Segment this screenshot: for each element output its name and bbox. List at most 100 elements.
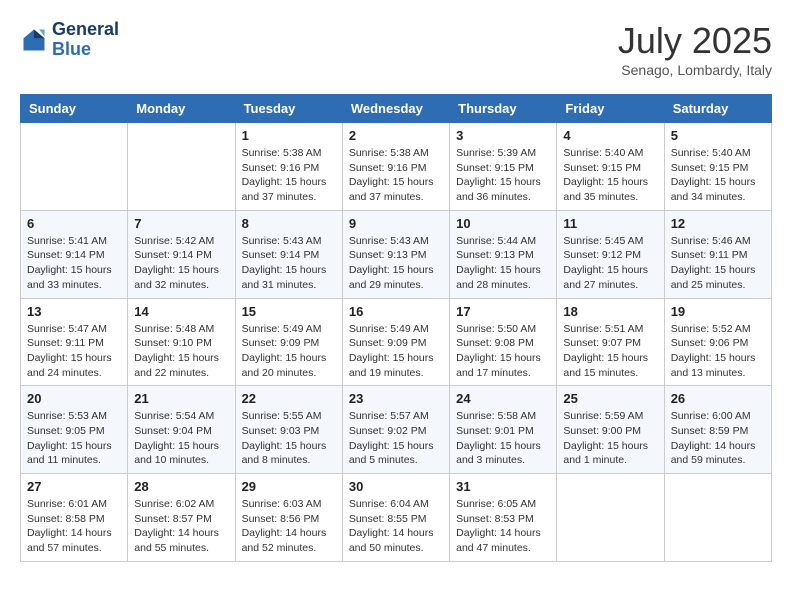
day-number: 24: [456, 391, 550, 406]
day-cell: 14 Sunrise: 5:48 AM Sunset: 9:10 PM Dayli…: [128, 298, 235, 386]
day-cell: 27 Sunrise: 6:01 AM Sunset: 8:58 PM Dayli…: [21, 474, 128, 562]
day-number: 22: [242, 391, 336, 406]
day-cell: 20Sunrise: 5:53 AM Sunset: 9:05 PM Dayli…: [21, 386, 128, 474]
month-title: July 2025: [618, 20, 772, 62]
day-cell: 4Sunrise: 5:40 AM Sunset: 9:15 PM Daylig…: [557, 123, 664, 211]
day-cell: 19 Sunrise: 5:52 AM Sunset: 9:06 PM Dayli…: [664, 298, 771, 386]
day-info: Sunrise: 5:47 AM Sunset: 9:11 PM Dayligh…: [27, 322, 121, 381]
logo-text: General Blue: [52, 20, 119, 60]
day-info: Sunrise: 5:46 AM Sunset: 9:11 PM Dayligh…: [671, 234, 765, 293]
day-number: 16: [349, 304, 443, 319]
day-number: 8: [242, 216, 336, 231]
day-cell: 29 Sunrise: 6:03 AM Sunset: 8:56 PM Dayli…: [235, 474, 342, 562]
day-cell: 24 Sunrise: 5:58 AM Sunset: 9:01 PM Dayli…: [450, 386, 557, 474]
day-info: Sunrise: 6:00 AM Sunset: 8:59 PM Dayligh…: [671, 409, 765, 468]
day-cell: 7Sunrise: 5:42 AM Sunset: 9:14 PM Daylig…: [128, 210, 235, 298]
day-cell: 17Sunrise: 5:50 AM Sunset: 9:08 PM Dayli…: [450, 298, 557, 386]
day-cell: 26Sunrise: 6:00 AM Sunset: 8:59 PM Dayli…: [664, 386, 771, 474]
day-number: 2: [349, 128, 443, 143]
day-number: 18: [563, 304, 657, 319]
day-number: 20: [27, 391, 121, 406]
day-cell: 3Sunrise: 5:39 AM Sunset: 9:15 PM Daylig…: [450, 123, 557, 211]
day-cell: 30 Sunrise: 6:04 AM Sunset: 8:55 PM Dayli…: [342, 474, 449, 562]
week-row-5: 27 Sunrise: 6:01 AM Sunset: 8:58 PM Dayli…: [21, 474, 772, 562]
day-number: 28: [134, 479, 228, 494]
day-info: Sunrise: 5:43 AM Sunset: 9:13 PM Dayligh…: [349, 234, 443, 293]
col-header-wednesday: Wednesday: [342, 95, 449, 123]
day-number: 23: [349, 391, 443, 406]
day-cell: [128, 123, 235, 211]
day-info: Sunrise: 6:05 AM Sunset: 8:53 PM Dayligh…: [456, 497, 550, 556]
day-number: 15: [242, 304, 336, 319]
day-info: Sunrise: 5:41 AM Sunset: 9:14 PM Dayligh…: [27, 234, 121, 293]
day-info: Sunrise: 5:43 AM Sunset: 9:14 PM Dayligh…: [242, 234, 336, 293]
col-header-thursday: Thursday: [450, 95, 557, 123]
day-info: Sunrise: 5:44 AM Sunset: 9:13 PM Dayligh…: [456, 234, 550, 293]
day-number: 29: [242, 479, 336, 494]
day-number: 9: [349, 216, 443, 231]
day-cell: 31 Sunrise: 6:05 AM Sunset: 8:53 PM Dayli…: [450, 474, 557, 562]
day-info: Sunrise: 5:54 AM Sunset: 9:04 PM Dayligh…: [134, 409, 228, 468]
week-row-2: 6 Sunrise: 5:41 AM Sunset: 9:14 PM Daylig…: [21, 210, 772, 298]
day-info: Sunrise: 5:48 AM Sunset: 9:10 PM Dayligh…: [134, 322, 228, 381]
day-cell: 28 Sunrise: 6:02 AM Sunset: 8:57 PM Dayli…: [128, 474, 235, 562]
day-number: 19: [671, 304, 765, 319]
day-cell: 23 Sunrise: 5:57 AM Sunset: 9:02 PM Dayli…: [342, 386, 449, 474]
day-cell: 9 Sunrise: 5:43 AM Sunset: 9:13 PM Daylig…: [342, 210, 449, 298]
day-number: 25: [563, 391, 657, 406]
col-header-sunday: Sunday: [21, 95, 128, 123]
calendar-header-row: SundayMondayTuesdayWednesdayThursdayFrid…: [21, 95, 772, 123]
day-info: Sunrise: 5:52 AM Sunset: 9:06 PM Dayligh…: [671, 322, 765, 381]
day-cell: [21, 123, 128, 211]
day-number: 27: [27, 479, 121, 494]
day-info: Sunrise: 5:38 AM Sunset: 9:16 PM Dayligh…: [242, 146, 336, 205]
day-info: Sunrise: 6:03 AM Sunset: 8:56 PM Dayligh…: [242, 497, 336, 556]
day-number: 3: [456, 128, 550, 143]
day-cell: 13 Sunrise: 5:47 AM Sunset: 9:11 PM Dayli…: [21, 298, 128, 386]
day-number: 14: [134, 304, 228, 319]
day-number: 4: [563, 128, 657, 143]
col-header-friday: Friday: [557, 95, 664, 123]
day-info: Sunrise: 5:57 AM Sunset: 9:02 PM Dayligh…: [349, 409, 443, 468]
day-number: 10: [456, 216, 550, 231]
day-number: 6: [27, 216, 121, 231]
page-header: General Blue July 2025 Senago, Lombardy,…: [20, 20, 772, 78]
day-number: 7: [134, 216, 228, 231]
day-info: Sunrise: 6:04 AM Sunset: 8:55 PM Dayligh…: [349, 497, 443, 556]
day-info: Sunrise: 6:01 AM Sunset: 8:58 PM Dayligh…: [27, 497, 121, 556]
day-cell: 12Sunrise: 5:46 AM Sunset: 9:11 PM Dayli…: [664, 210, 771, 298]
day-info: Sunrise: 5:55 AM Sunset: 9:03 PM Dayligh…: [242, 409, 336, 468]
day-info: Sunrise: 5:49 AM Sunset: 9:09 PM Dayligh…: [242, 322, 336, 381]
day-number: 31: [456, 479, 550, 494]
day-info: Sunrise: 5:49 AM Sunset: 9:09 PM Dayligh…: [349, 322, 443, 381]
day-number: 5: [671, 128, 765, 143]
day-info: Sunrise: 5:59 AM Sunset: 9:00 PM Dayligh…: [563, 409, 657, 468]
calendar: SundayMondayTuesdayWednesdayThursdayFrid…: [20, 94, 772, 562]
day-number: 21: [134, 391, 228, 406]
week-row-4: 20Sunrise: 5:53 AM Sunset: 9:05 PM Dayli…: [21, 386, 772, 474]
location: Senago, Lombardy, Italy: [618, 62, 772, 78]
day-info: Sunrise: 5:58 AM Sunset: 9:01 PM Dayligh…: [456, 409, 550, 468]
day-cell: 15 Sunrise: 5:49 AM Sunset: 9:09 PM Dayli…: [235, 298, 342, 386]
day-cell: 22 Sunrise: 5:55 AM Sunset: 9:03 PM Dayli…: [235, 386, 342, 474]
day-cell: 2Sunrise: 5:38 AM Sunset: 9:16 PM Daylig…: [342, 123, 449, 211]
day-cell: [664, 474, 771, 562]
day-cell: 5 Sunrise: 5:40 AM Sunset: 9:15 PM Daylig…: [664, 123, 771, 211]
col-header-tuesday: Tuesday: [235, 95, 342, 123]
day-info: Sunrise: 6:02 AM Sunset: 8:57 PM Dayligh…: [134, 497, 228, 556]
day-number: 1: [242, 128, 336, 143]
day-info: Sunrise: 5:40 AM Sunset: 9:15 PM Dayligh…: [671, 146, 765, 205]
day-number: 13: [27, 304, 121, 319]
day-cell: 16 Sunrise: 5:49 AM Sunset: 9:09 PM Dayli…: [342, 298, 449, 386]
day-info: Sunrise: 5:45 AM Sunset: 9:12 PM Dayligh…: [563, 234, 657, 293]
day-cell: 21 Sunrise: 5:54 AM Sunset: 9:04 PM Dayli…: [128, 386, 235, 474]
col-header-monday: Monday: [128, 95, 235, 123]
day-number: 30: [349, 479, 443, 494]
col-header-saturday: Saturday: [664, 95, 771, 123]
day-number: 17: [456, 304, 550, 319]
logo: General Blue: [20, 20, 119, 60]
day-cell: 8 Sunrise: 5:43 AM Sunset: 9:14 PM Daylig…: [235, 210, 342, 298]
title-block: July 2025 Senago, Lombardy, Italy: [618, 20, 772, 78]
day-cell: [557, 474, 664, 562]
logo-icon: [20, 26, 48, 54]
